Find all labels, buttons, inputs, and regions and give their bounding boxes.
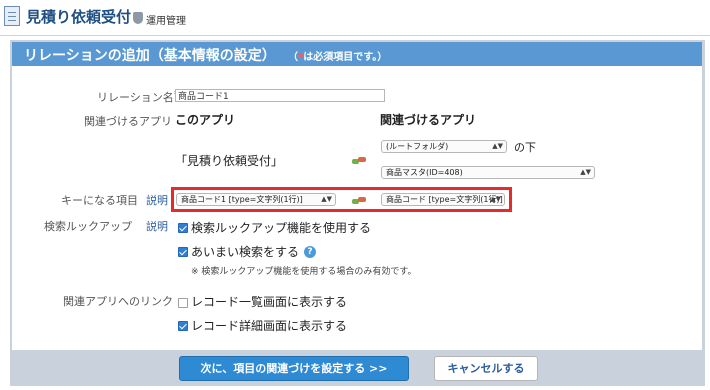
- top-bar: 見積り依頼受付 運用管理: [0, 0, 710, 36]
- key-field-label: キーになる項目: [61, 194, 138, 207]
- related-key-field-select[interactable]: 商品コード [type=文字列(1行)] ▲▼: [381, 193, 505, 206]
- link-icon: [352, 157, 366, 164]
- show-in-detail-label[interactable]: レコード詳細画面に表示する: [191, 317, 347, 334]
- shield-icon: [133, 12, 143, 24]
- lookup-label: 検索ルックアップ: [44, 220, 132, 233]
- fuzzy-search-label[interactable]: あいまい検索をする: [191, 243, 299, 260]
- lookup-enable-checkbox[interactable]: [178, 223, 188, 233]
- section-title: リレーションの追加（基本情報の設定）: [24, 48, 276, 64]
- under-label: の下: [514, 141, 536, 154]
- show-in-detail-checkbox[interactable]: [178, 321, 188, 331]
- related-link-label: 関連アプリへのリンク: [63, 295, 173, 308]
- section-header: リレーションの追加（基本情報の設定） （*は必須項目です。）: [12, 42, 702, 66]
- show-in-list-checkbox[interactable]: [178, 298, 188, 308]
- other-app-heading: 関連づけるアプリ: [380, 113, 477, 127]
- app-title[interactable]: 見積り依頼受付: [26, 6, 131, 27]
- relation-name-input[interactable]: [175, 89, 385, 102]
- next-button[interactable]: 次に、項目の関連づけを設定する >>: [179, 356, 409, 381]
- key-field-help-link[interactable]: 説明: [146, 192, 168, 208]
- lookup-note: ※ 検索ルックアップ機能を使用する場合のみ有効です。: [191, 267, 417, 277]
- folder-select[interactable]: (ルートフォルダ) ▲▼: [381, 140, 507, 153]
- cancel-button[interactable]: キャンセルする: [434, 356, 538, 381]
- lookup-help-link[interactable]: 説明: [146, 218, 168, 234]
- related-app-select[interactable]: 商品マスタ(ID=408) ▲▼: [381, 166, 595, 179]
- show-in-list-label[interactable]: レコード一覧画面に表示する: [191, 293, 347, 310]
- related-apps-label: 関連づけるアプリ: [84, 115, 172, 128]
- relation-name-label: リレーション名*: [97, 89, 179, 104]
- this-key-field-select[interactable]: 商品コード1 [type=文字列(1行)] ▲▼: [176, 193, 336, 206]
- document-list-icon: [4, 6, 20, 26]
- fuzzy-search-checkbox[interactable]: [178, 247, 188, 257]
- this-app-heading: このアプリ: [175, 113, 236, 127]
- this-app-name: 「見積り依頼受付」: [175, 154, 284, 168]
- lookup-enable-label[interactable]: 検索ルックアップ機能を使用する: [191, 219, 371, 236]
- link-icon: [352, 197, 366, 204]
- admin-link[interactable]: 運用管理: [146, 12, 186, 27]
- help-circle-icon[interactable]: ?: [304, 246, 316, 258]
- required-note: （*は必須項目です。）: [288, 52, 388, 63]
